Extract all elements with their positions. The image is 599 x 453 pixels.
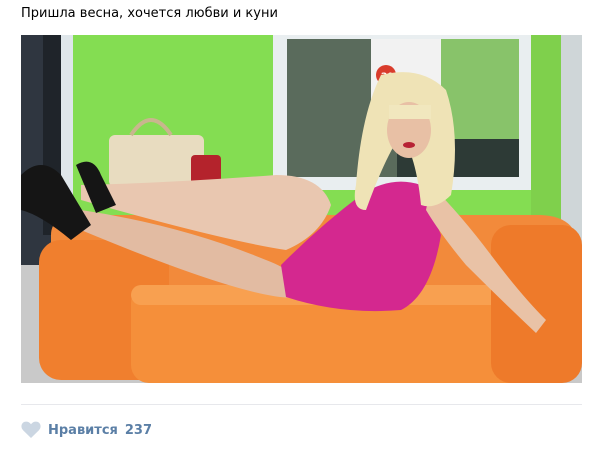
post-photo[interactable]: 20 xyxy=(21,35,582,383)
like-label: Нравится xyxy=(48,422,118,438)
post-text: Пришла весна, хочется любви и куни xyxy=(21,6,278,21)
divider xyxy=(21,404,582,405)
like-count: 237 xyxy=(124,422,153,438)
like-button[interactable]: Нравится 237 xyxy=(21,418,152,442)
heart-icon xyxy=(21,421,41,438)
